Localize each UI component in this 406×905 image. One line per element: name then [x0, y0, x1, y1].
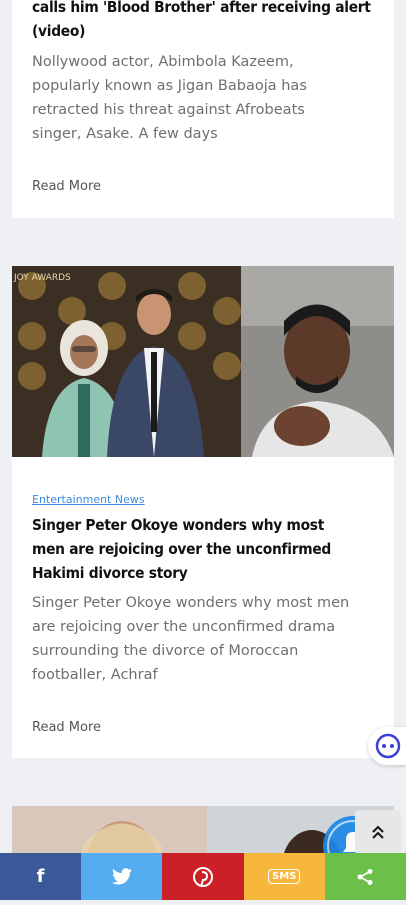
- article-excerpt: Nollywood actor, Abimbola Kazeem, popula…: [32, 54, 307, 142]
- chat-widget-button[interactable]: [368, 727, 406, 765]
- category-link[interactable]: Entertainment News: [32, 493, 145, 506]
- sms-share-button[interactable]: SMS: [243, 853, 325, 900]
- twitter-icon: [111, 868, 132, 885]
- article-title-line-1[interactable]: calls him 'Blood Brother' after receivin…: [32, 0, 371, 19]
- facebook-share-button[interactable]: f: [0, 853, 82, 900]
- article-title[interactable]: Singer Peter Okoye wonders why most men …: [32, 513, 349, 585]
- read-more-link[interactable]: Read More: [32, 179, 101, 194]
- article-card-1: calls him 'Blood Brother' after receivin…: [12, 0, 394, 218]
- pinterest-share-button[interactable]: [162, 853, 244, 900]
- twitter-share-button[interactable]: [81, 853, 163, 900]
- pinterest-icon: [193, 866, 213, 887]
- scroll-to-top-button[interactable]: [355, 810, 401, 854]
- read-more-link[interactable]: Read More: [32, 720, 101, 735]
- scroll-top-icon: [372, 825, 384, 839]
- article-image[interactable]: JOY AWARDS: [12, 266, 394, 457]
- article-title-line-2[interactable]: (video): [32, 19, 85, 43]
- image-sign-text: JOY AWARDS: [13, 273, 71, 283]
- share-icon: [357, 868, 373, 885]
- chat-icon: [375, 733, 401, 759]
- facebook-icon: f: [36, 866, 45, 887]
- article-card-2: JOY AWARDS Entertainment News Singer Pet…: [12, 266, 394, 758]
- sms-icon: SMS: [268, 869, 301, 884]
- share-button[interactable]: [324, 853, 406, 900]
- article-excerpt: Singer Peter Okoye wonders why most men …: [32, 595, 350, 683]
- article-image-collage: JOY AWARDS: [12, 266, 394, 457]
- share-bar: f SMS: [0, 853, 406, 900]
